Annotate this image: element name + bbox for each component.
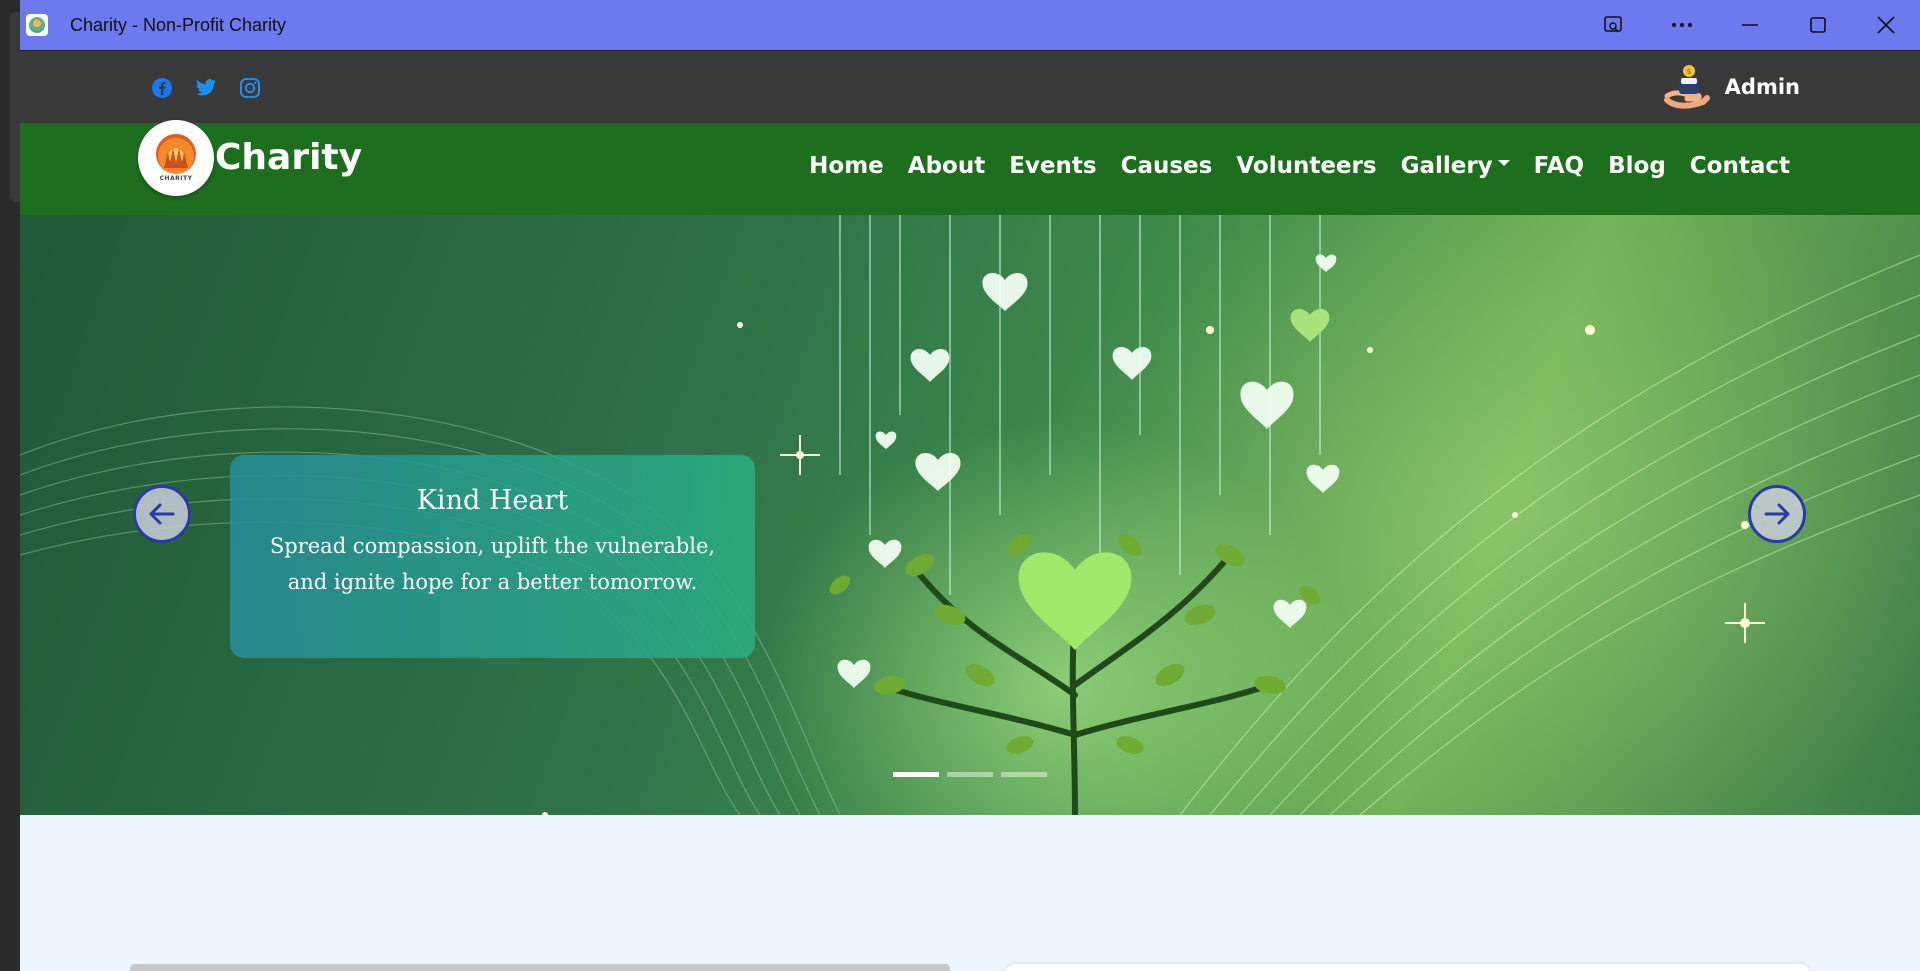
- logo[interactable]: CHARITY: [138, 120, 214, 196]
- caption-text: Spread compassion, uplift the vulnerable…: [269, 534, 716, 594]
- logo-sun-icon: [156, 134, 196, 174]
- desktop-edge-notch: [10, 12, 20, 202]
- more-icon[interactable]: [1648, 0, 1716, 51]
- admin-label: Admin: [1724, 75, 1800, 99]
- desktop-edge: [0, 0, 20, 971]
- logo-text: CHARITY: [159, 175, 193, 182]
- nav-contact[interactable]: Contact: [1678, 153, 1802, 179]
- arrow-right-icon: [1764, 503, 1790, 525]
- close-icon[interactable]: [1852, 0, 1920, 51]
- app-options-icon[interactable]: [1580, 0, 1648, 51]
- carousel-indicators: [893, 772, 1047, 777]
- nav-causes[interactable]: Causes: [1109, 153, 1225, 179]
- facebook-icon[interactable]: [150, 76, 174, 100]
- nav-faq[interactable]: FAQ: [1522, 153, 1596, 179]
- main-navbar: CHARITY Charity Home About Events Causes…: [20, 120, 1920, 215]
- carousel-indicator-1[interactable]: [893, 772, 939, 777]
- nav-volunteers[interactable]: Volunteers: [1224, 153, 1388, 179]
- content-section: [20, 815, 1920, 971]
- carousel-indicator-2[interactable]: [947, 772, 993, 777]
- chevron-down-icon: [1497, 160, 1510, 166]
- minimize-icon[interactable]: [1716, 0, 1784, 51]
- content-card-right: [1005, 964, 1810, 971]
- content-card-left: [130, 964, 950, 971]
- app-icon: [26, 14, 48, 36]
- svg-text:$: $: [1686, 67, 1691, 76]
- carousel-indicator-3[interactable]: [1001, 772, 1047, 777]
- window-title: Charity - Non-Profit Charity: [70, 14, 287, 35]
- nav-gallery-label: Gallery: [1400, 153, 1493, 179]
- carousel-prev-button[interactable]: [133, 485, 191, 543]
- nav-menu: Home About Events Causes Volunteers Gall…: [797, 153, 1802, 179]
- title-bar: Charity - Non-Profit Charity: [20, 0, 1920, 51]
- nav-gallery[interactable]: Gallery: [1389, 153, 1522, 179]
- caption-title: Kind Heart: [416, 485, 569, 516]
- carousel-caption: Kind Heart Spread compassion, uplift the…: [230, 455, 755, 658]
- twitter-icon[interactable]: [194, 76, 218, 100]
- social-links: [150, 76, 262, 100]
- carousel-next-button[interactable]: [1748, 485, 1806, 543]
- admin-link[interactable]: $ Admin: [1663, 62, 1800, 112]
- window-controls: [1580, 0, 1920, 51]
- nav-events[interactable]: Events: [997, 153, 1108, 179]
- arrow-left-icon: [149, 503, 175, 525]
- hero-carousel: Kind Heart Spread compassion, uplift the…: [20, 215, 1920, 815]
- maximize-icon[interactable]: [1784, 0, 1852, 51]
- nav-home[interactable]: Home: [797, 153, 896, 179]
- nav-about[interactable]: About: [896, 153, 997, 179]
- nav-blog[interactable]: Blog: [1596, 153, 1678, 179]
- top-bar: $ Admin: [20, 51, 1920, 123]
- admin-avatar-icon: $: [1663, 62, 1713, 112]
- instagram-icon[interactable]: [238, 76, 262, 100]
- browser-window: Charity - Non-Profit Charity $ Admin CHA…: [20, 0, 1920, 971]
- brand-name[interactable]: Charity: [215, 137, 362, 178]
